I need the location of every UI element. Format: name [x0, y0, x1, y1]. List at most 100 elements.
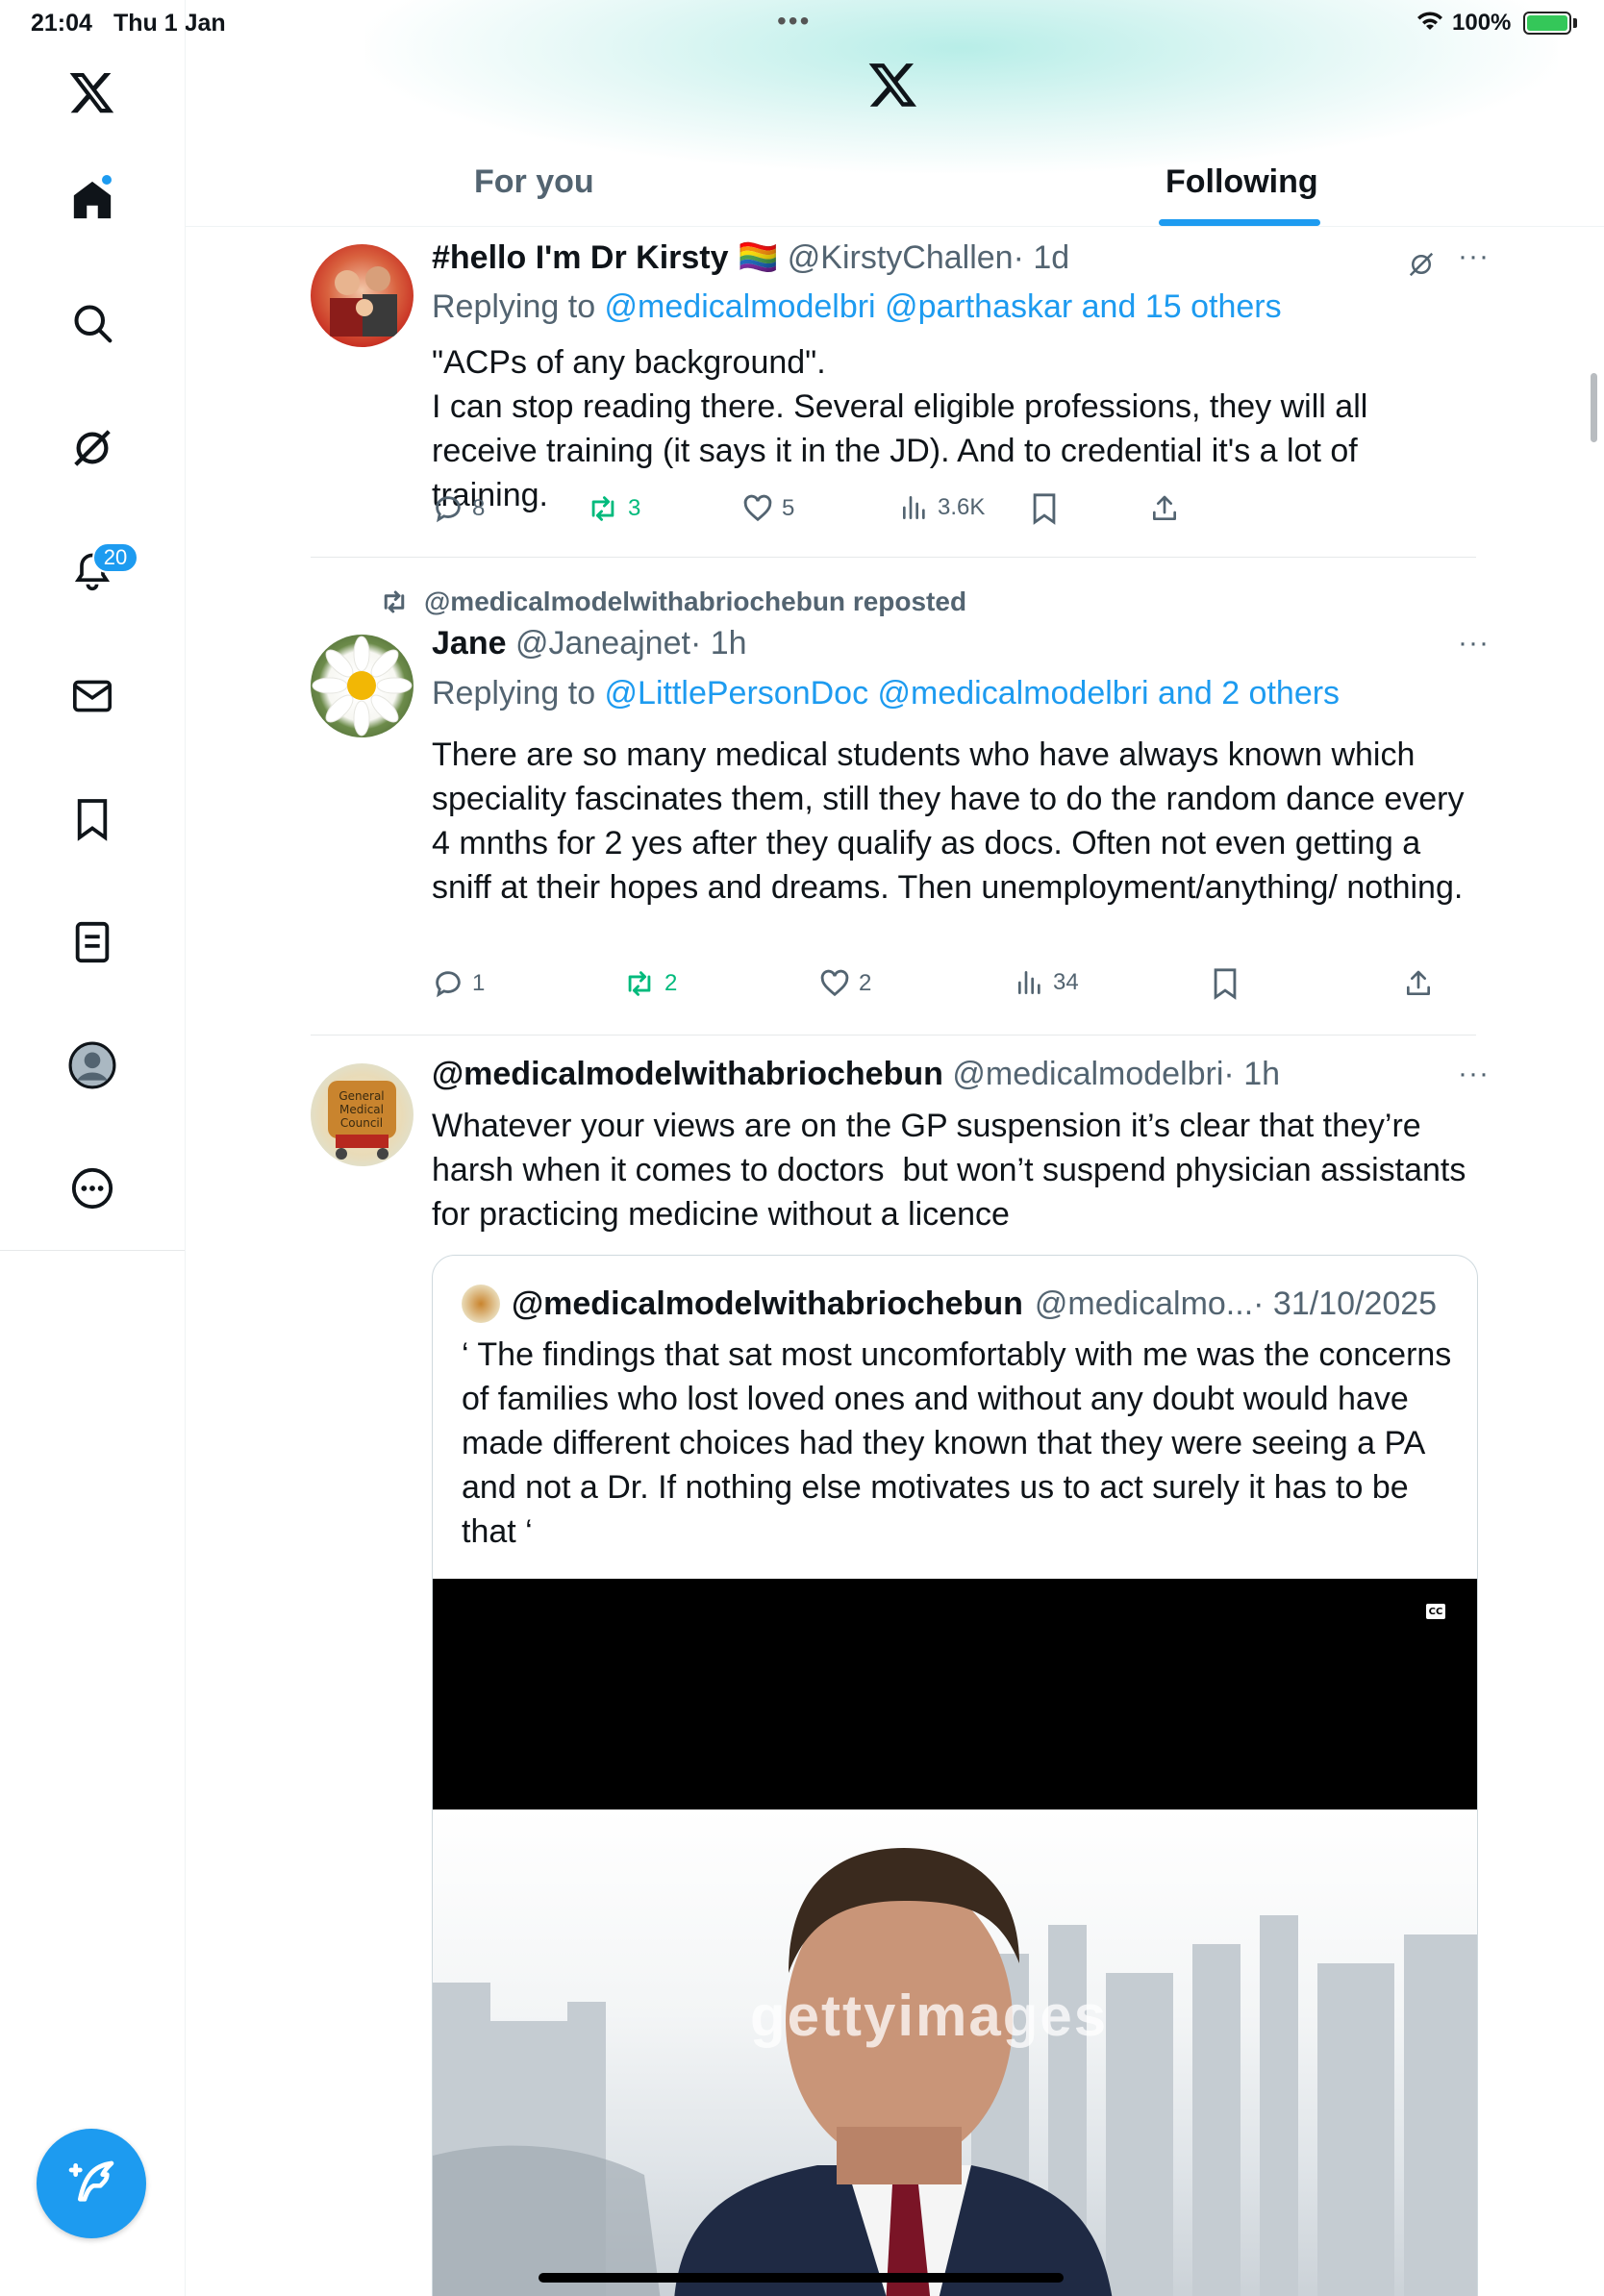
tweet-actions: 1 2 2 34: [432, 967, 1480, 1006]
reply-context: Replying to @LittlePersonDoc @medicalmod…: [432, 675, 1340, 712]
reply-icon: [436, 971, 461, 998]
more-icon[interactable]: [58, 1154, 127, 1223]
bookmark-button[interactable]: [1211, 967, 1240, 1000]
lists-icon[interactable]: [58, 908, 127, 977]
bookmark-icon: [1214, 968, 1237, 1000]
avatar[interactable]: [311, 244, 414, 347]
quoted-tweet[interactable]: @medicalmodelwithabriochebun @medicalmo.…: [432, 1255, 1478, 2296]
share-button[interactable]: [1403, 967, 1434, 1000]
views-icon: [903, 496, 925, 519]
home-unread-dot: [100, 173, 113, 187]
svg-text:Council: Council: [340, 1116, 383, 1130]
reply-icon: [436, 496, 461, 523]
views-button[interactable]: 3.6K: [899, 492, 985, 523]
like-button[interactable]: 5: [741, 492, 794, 525]
like-count: 2: [859, 970, 872, 996]
quoted-tweet-text: ‘ The findings that sat most uncomfortab…: [462, 1336, 1461, 1550]
home-icon[interactable]: [58, 165, 127, 235]
avatar[interactable]: [311, 635, 414, 737]
views-button[interactable]: 34: [1015, 967, 1079, 998]
svg-text:Medical: Medical: [339, 1103, 384, 1116]
author-handle[interactable]: @Janeajnet: [515, 625, 690, 661]
video-frame-image: [433, 1848, 1477, 2296]
tweet-text: There are so many medical students who h…: [432, 736, 1473, 906]
repost-count: 3: [628, 495, 641, 521]
bookmark-icon: [1033, 493, 1056, 525]
tweet-divider: [311, 1035, 1476, 1036]
view-count: 34: [1053, 969, 1079, 995]
more-options-icon[interactable]: ···: [1458, 1058, 1490, 1090]
views-icon: [1018, 971, 1040, 994]
repost-icon: [628, 971, 651, 996]
closed-captions-button[interactable]: CC: [1426, 1604, 1445, 1619]
sidebar-border: [185, 1250, 186, 2296]
author-name[interactable]: #hello I'm Dr Kirsty 🏳️‍🌈: [432, 239, 778, 276]
multitasking-dots-icon[interactable]: •••: [777, 6, 811, 37]
quoted-author-handle[interactable]: @medicalmo...: [1035, 1285, 1253, 1322]
tweet-time[interactable]: · 1d: [1014, 239, 1070, 276]
battery-tip: [1573, 18, 1577, 28]
wifi-icon: [1416, 10, 1444, 37]
author-handle[interactable]: @medicalmodelbri: [952, 1056, 1223, 1092]
video-player[interactable]: [433, 1579, 1477, 1809]
battery-percentage: 100%: [1452, 10, 1512, 36]
grok-icon[interactable]: [1407, 250, 1436, 287]
status-bar: 21:04 Thu 1 Jan ••• 100%: [0, 0, 1604, 46]
repost-button[interactable]: 2: [622, 967, 677, 1000]
reply-prefix: Replying to: [432, 675, 605, 711]
tab-following[interactable]: Following: [1165, 163, 1318, 201]
home-indicator[interactable]: [539, 2273, 1064, 2283]
author-name[interactable]: Jane: [432, 625, 507, 661]
repost-label[interactable]: @medicalmodelwithabriochebun reposted: [424, 586, 966, 617]
author-handle[interactable]: @KirstyChallen: [788, 239, 1014, 276]
quoted-tweet-header: @medicalmodelwithabriochebun @medicalmo.…: [462, 1285, 1437, 1323]
x-logo-icon[interactable]: [58, 60, 127, 129]
tweet-divider: [311, 557, 1476, 558]
heart-icon: [743, 494, 772, 522]
more-options-icon[interactable]: ···: [1458, 627, 1490, 660]
header-x-logo[interactable]: [868, 63, 918, 114]
search-icon[interactable]: [58, 288, 127, 358]
mail-icon[interactable]: [58, 661, 127, 731]
tab-for-you[interactable]: For you: [474, 163, 594, 201]
avatar[interactable]: General Medical Council: [311, 1063, 414, 1166]
reply-mentions[interactable]: @LittlePersonDoc @medicalmodelbri and 2 …: [605, 675, 1341, 711]
compose-button[interactable]: [37, 2129, 146, 2238]
battery-icon: [1523, 12, 1571, 35]
repost-icon: [384, 590, 405, 613]
grok-icon[interactable]: [58, 413, 127, 483]
quoted-tweet-time[interactable]: · 31/10/2025: [1253, 1285, 1437, 1322]
repost-button[interactable]: 3: [586, 492, 640, 525]
author-name[interactable]: @medicalmodelwithabriochebun: [432, 1056, 943, 1092]
sidebar: 20: [0, 0, 186, 1250]
tweet[interactable]: @medicalmodelwithabriochebun reposted Ja…: [311, 573, 1489, 1035]
more-options-icon[interactable]: ···: [1458, 240, 1490, 273]
like-button[interactable]: 2: [818, 967, 871, 1000]
active-tab-indicator: [1159, 219, 1320, 226]
reply-mentions[interactable]: @medicalmodelbri @parthaskar and 15 othe…: [605, 288, 1282, 325]
video-watermark: gettyimages: [750, 1984, 1109, 2048]
tweet-time[interactable]: · 1h: [690, 625, 747, 661]
reply-button[interactable]: 1: [432, 967, 485, 1000]
reply-prefix: Replying to: [432, 288, 605, 325]
tweet-text: "ACPs of any background". I can stop rea…: [432, 344, 1368, 513]
quoted-author-name[interactable]: @medicalmodelwithabriochebun: [512, 1285, 1023, 1323]
heart-icon: [820, 969, 849, 997]
repost-context: @medicalmodelwithabriochebun reposted: [378, 586, 966, 617]
share-button[interactable]: [1149, 492, 1180, 525]
repost-icon: [591, 496, 614, 521]
bookmark-button[interactable]: [1030, 492, 1059, 525]
tweet-time[interactable]: · 1h: [1223, 1056, 1280, 1092]
profile-icon[interactable]: [58, 1031, 127, 1100]
notification-badge: 20: [92, 542, 138, 573]
reply-button[interactable]: 8: [432, 492, 485, 525]
bookmark-icon[interactable]: [58, 785, 127, 854]
tweet[interactable]: #hello I'm Dr Kirsty 🏳️‍🌈 @KirstyChallen…: [311, 229, 1489, 537]
video-thumbnail[interactable]: gettyimages: [433, 1809, 1477, 2296]
tweet-actions: 8 3 5 3.6K: [432, 492, 1480, 531]
compose-icon: [68, 2160, 114, 2202]
quoted-avatar[interactable]: [462, 1285, 500, 1323]
scrollbar[interactable]: [1591, 373, 1597, 442]
share-icon: [1407, 970, 1430, 995]
reply-context: Replying to @medicalmodelbri @parthaskar…: [432, 288, 1282, 326]
